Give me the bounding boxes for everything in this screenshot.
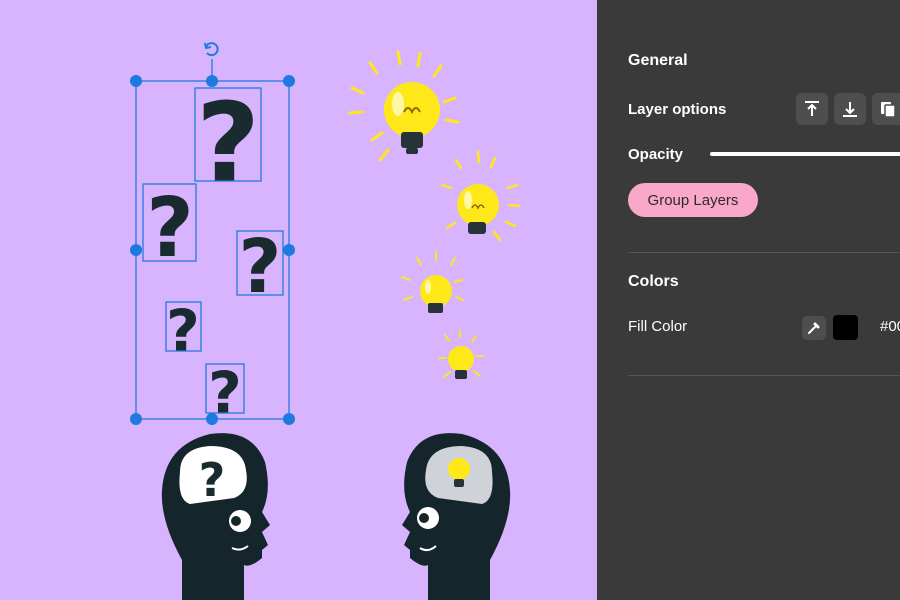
svg-text:?: ? bbox=[166, 297, 200, 365]
fill-color-swatch[interactable] bbox=[833, 315, 858, 340]
eyedropper-icon bbox=[808, 322, 820, 334]
group-layers-button[interactable]: Group Layers bbox=[628, 183, 758, 217]
opacity-slider[interactable] bbox=[710, 152, 900, 156]
bring-to-front-button[interactable] bbox=[796, 93, 828, 125]
lightbulb-tiny[interactable] bbox=[438, 329, 484, 379]
opacity-label: Opacity bbox=[628, 146, 684, 163]
colors-section-title: Colors bbox=[628, 273, 679, 290]
head-idea bbox=[402, 433, 511, 600]
properties-panel: General Layer options Opacity Group Laye… bbox=[597, 0, 900, 600]
general-section-title: General bbox=[628, 52, 688, 69]
eyedropper-button[interactable] bbox=[802, 316, 826, 340]
duplicate-button[interactable] bbox=[872, 93, 900, 125]
fill-color-hex[interactable]: #00 bbox=[880, 318, 900, 335]
svg-text:?: ? bbox=[199, 453, 226, 507]
svg-text:?: ? bbox=[239, 224, 282, 310]
send-to-back-icon bbox=[843, 102, 857, 117]
svg-text:?: ? bbox=[146, 181, 194, 276]
bring-to-front-icon bbox=[805, 101, 819, 116]
section-divider bbox=[628, 252, 900, 253]
section-divider bbox=[628, 375, 900, 376]
design-canvas[interactable]: ? ? ? ? ? ? bbox=[0, 0, 597, 600]
lightbulb-large[interactable] bbox=[348, 50, 460, 162]
rotate-icon[interactable] bbox=[204, 42, 219, 57]
head-confused: ? bbox=[161, 433, 270, 600]
duplicate-icon bbox=[881, 102, 896, 118]
canvas-artwork: ? ? ? ? ? ? bbox=[130, 42, 521, 600]
lightbulb-medium[interactable] bbox=[440, 150, 521, 242]
lightbulb-small[interactable] bbox=[401, 251, 464, 313]
svg-text:?: ? bbox=[196, 79, 260, 207]
fill-color-label: Fill Color bbox=[628, 318, 688, 335]
layer-options-label: Layer options bbox=[628, 101, 727, 118]
send-to-back-button[interactable] bbox=[834, 93, 866, 125]
